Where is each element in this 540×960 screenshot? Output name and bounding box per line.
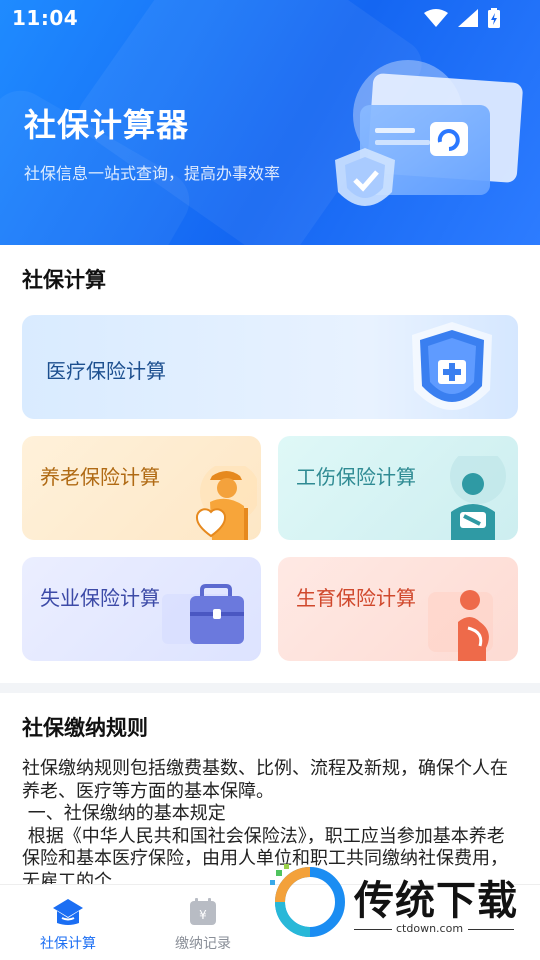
maternity-insurance-label: 生育保险计算 <box>296 586 416 610</box>
signal-icon <box>458 9 478 27</box>
calendar-yen-icon: ¥ <box>190 898 216 925</box>
battery-charging-icon <box>488 8 500 28</box>
briefcase-icon <box>162 584 244 644</box>
pension-insurance-label: 养老保险计算 <box>40 465 160 489</box>
watermark-logo <box>270 864 345 937</box>
nav-item-calculator[interactable]: 社保计算 <box>8 897 128 953</box>
injured-person-icon <box>450 456 506 540</box>
nav-item-payment-records-label: 缴纳记录 <box>175 936 231 952</box>
status-icons <box>424 8 500 28</box>
home-hat-icon <box>53 899 83 925</box>
status-time: 11:04 <box>12 6 79 30</box>
calc-section-title: 社保计算 <box>22 268 106 292</box>
nav-item-payment-records[interactable]: ¥ 缴纳记录 <box>143 897 263 953</box>
hero-illustration <box>335 60 523 206</box>
maternity-insurance-card[interactable]: 生育保险计算 <box>278 557 518 661</box>
medical-insurance-label: 医疗保险计算 <box>46 359 166 383</box>
watermark: 传统下载 ctdown.com <box>268 862 530 942</box>
watermark-text: 传统下载 <box>354 878 518 924</box>
hero-title: 社保计算器 <box>24 106 190 144</box>
nav-item-calculator-label: 社保计算 <box>40 936 96 952</box>
wifi-icon <box>424 9 448 27</box>
pension-insurance-card[interactable]: 养老保险计算 <box>22 436 261 540</box>
rules-section-title: 社保缴纳规则 <box>22 716 148 740</box>
svg-text:¥: ¥ <box>199 908 207 922</box>
hero-banner: 11:04 社保计算器 社保信息一站式查询，提高办事效率 <box>0 0 540 245</box>
medical-insurance-card[interactable]: 医疗保险计算 <box>22 315 518 419</box>
section-divider <box>0 683 540 693</box>
watermark-rule <box>354 929 392 930</box>
hero-subtitle: 社保信息一站式查询，提高办事效率 <box>24 164 281 183</box>
injury-insurance-card[interactable]: 工伤保险计算 <box>278 436 518 540</box>
status-bar: 11:04 <box>0 0 540 38</box>
medical-shield-icon <box>412 322 492 410</box>
unemployment-insurance-label: 失业保险计算 <box>40 586 160 610</box>
elderly-person-icon <box>195 466 257 540</box>
unemployment-insurance-card[interactable]: 失业保险计算 <box>22 557 261 661</box>
watermark-url: ctdown.com <box>396 922 464 935</box>
injury-insurance-label: 工伤保险计算 <box>296 465 416 489</box>
pregnant-woman-icon <box>428 590 493 661</box>
watermark-rule <box>468 929 514 930</box>
